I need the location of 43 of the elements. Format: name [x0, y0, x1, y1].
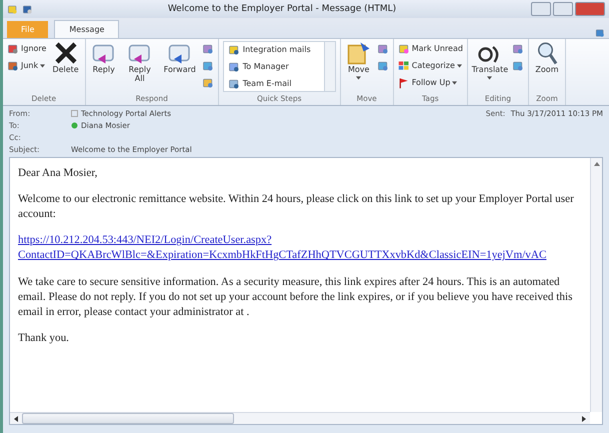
body-paragraph: We take care to secure sensitive information. As a security measure, this link expires after 24 hours. This is an automated email. Please do not reply. If you do not set up your account before the link expires, or if you believe you have received this email in error, please contact your administrator at .: [18, 274, 574, 320]
flag-icon: [398, 76, 410, 88]
delete-icon: [54, 41, 78, 65]
vertical-scrollbar[interactable]: [590, 158, 602, 412]
ribbon-button[interactable]: Follow Up: [398, 75, 463, 90]
ribbon-button[interactable]: Reply: [90, 41, 118, 75]
ribbon-button[interactable]: Move: [344, 41, 373, 80]
minimize-button[interactable]: [531, 2, 551, 16]
small-tool-icon: [202, 60, 214, 72]
ribbon-button[interactable]: Categorize: [398, 58, 463, 73]
maximize-button[interactable]: [553, 2, 573, 16]
small-tool-icon: [512, 60, 524, 72]
small-tool-icon: [376, 42, 389, 54]
scroll-right-icon[interactable]: [580, 414, 588, 422]
scroll-left-icon[interactable]: [12, 414, 20, 422]
small-tool-icon: [376, 60, 389, 72]
quick-step[interactable]: Integration mails: [224, 42, 324, 57]
closing-text: Thank you.: [18, 330, 70, 346]
quick-step[interactable]: To Manager: [224, 59, 324, 74]
signup-link[interactable]: ContactID=QKABrcWlBlc=&Expiration=KcxmbHkFtHgCTafZHhQTVCGUTTXxvbKd&ClassicEIN=1yejVm/vAC: [18, 248, 582, 264]
ribbon-button[interactable]: Forward: [162, 41, 198, 75]
signup-link[interactable]: https://10.212.204.53:443/NEI2/Login/CreateUser.aspx?: [18, 233, 582, 248]
greeting-text: Dear Ana Mosier,: [18, 166, 98, 181]
contact-icon: [71, 110, 78, 117]
folder-icon: [346, 41, 371, 65]
presence-icon: [71, 122, 78, 129]
scroll-up-icon[interactable]: [592, 160, 600, 168]
ribbon-tab[interactable]: Message: [54, 20, 120, 38]
ribbon-button[interactable]: Reply All: [122, 41, 158, 84]
ribbon-button[interactable]: Delete: [50, 41, 81, 75]
horizontal-scrollbar[interactable]: [10, 412, 590, 424]
window-title: Welcome to the Employer Portal - Message (HTML): [166, 4, 398, 14]
ribbon-button[interactable]: Mark Unread: [398, 41, 463, 56]
body-paragraph: Welcome to our electronic remittance website. Within 24 hours, please click on this link to set up your Employer Portal user account:: [18, 192, 575, 222]
ribbon-button[interactable]: Translate: [472, 41, 508, 80]
ribbon-button[interactable]: Ignore: [7, 41, 46, 56]
small-tool-icon: [202, 42, 214, 54]
small-tool-icon: [512, 42, 524, 54]
quick-step[interactable]: Team E-mail: [224, 76, 324, 91]
ribbon-button[interactable]: Zoom: [532, 41, 561, 75]
ribbon-button[interactable]: Junk: [7, 58, 46, 73]
small-tool-icon: [202, 76, 214, 88]
color-grid-icon: [398, 60, 410, 72]
